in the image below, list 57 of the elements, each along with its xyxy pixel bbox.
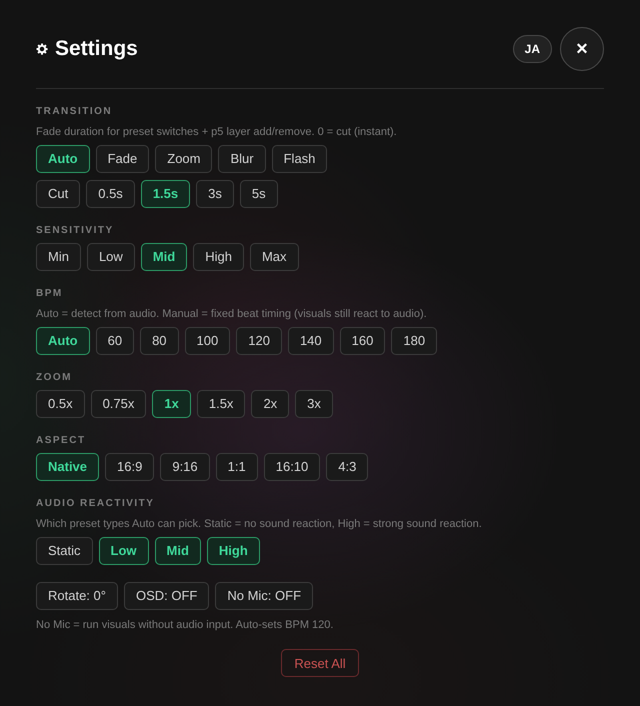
option-button[interactable]: 2x <box>251 390 290 418</box>
option-button[interactable]: Flash <box>272 145 328 173</box>
section-description: Which preset types Auto can pick. Static = no sound reaction, High = strong sound reaction. <box>36 517 482 531</box>
option-button[interactable]: High <box>193 243 244 271</box>
toggle-button[interactable]: Rotate: 0° <box>36 582 118 610</box>
reset-button[interactable]: Reset All <box>281 649 359 677</box>
section-label: TRANSITION <box>36 106 112 118</box>
option-button[interactable]: 9:16 <box>160 453 210 481</box>
option-button[interactable]: 16:9 <box>105 453 154 481</box>
settings-title: Settings <box>55 36 138 62</box>
close-button[interactable]: × <box>560 27 604 71</box>
option-button[interactable]: 1.5s <box>140 180 190 208</box>
option-button[interactable]: 100 <box>184 327 230 355</box>
option-button[interactable]: 140 <box>288 327 334 355</box>
option-button[interactable]: Mid <box>154 537 201 565</box>
option-button[interactable]: Static <box>36 537 93 565</box>
language-button[interactable]: JA <box>512 35 552 63</box>
option-button[interactable]: Min <box>36 243 81 271</box>
option-button[interactable]: 180 <box>391 327 438 355</box>
option-button[interactable]: Low <box>98 537 149 565</box>
section-label: AUDIO REACTIVITY <box>36 498 154 510</box>
option-button[interactable]: 120 <box>236 327 282 355</box>
option-button[interactable]: High <box>206 537 260 565</box>
option-button[interactable]: Max <box>250 243 299 271</box>
option-button[interactable]: 80 <box>140 327 179 355</box>
option-button[interactable]: 1.5x <box>196 390 246 418</box>
option-button[interactable]: 16:10 <box>264 453 320 481</box>
option-button[interactable]: Mid <box>140 243 188 271</box>
section-description: Auto = detect from audio. Manual = fixed beat timing (visuals still react to audio). <box>36 307 427 321</box>
note-text: No Mic = run visuals without audio input. Auto-sets BPM 120. <box>36 618 334 632</box>
option-button[interactable]: 160 <box>340 327 386 355</box>
option-button[interactable]: 4:3 <box>326 453 368 481</box>
option-button[interactable]: Auto <box>36 145 90 173</box>
option-button[interactable]: Cut <box>36 180 80 208</box>
option-button[interactable]: Native <box>36 453 100 481</box>
option-button[interactable]: 1:1 <box>216 453 258 481</box>
option-button[interactable]: Zoom <box>155 145 212 173</box>
option-button[interactable]: 0.5x <box>36 390 85 418</box>
option-button[interactable]: 5s <box>240 180 278 208</box>
option-button[interactable]: Fade <box>96 145 150 173</box>
option-button[interactable]: Blur <box>218 145 266 173</box>
option-button[interactable]: 0.75x <box>90 390 146 418</box>
section-label: ZOOM <box>36 372 72 384</box>
toggle-button[interactable]: OSD: OFF <box>124 582 210 610</box>
option-button[interactable]: 3x <box>295 390 333 418</box>
option-button[interactable]: 60 <box>96 327 134 355</box>
option-button[interactable]: 0.5s <box>86 180 135 208</box>
option-button[interactable]: Auto <box>36 327 90 355</box>
section-label: BPM <box>36 288 63 300</box>
section-label: ASPECT <box>36 435 86 447</box>
section-label: SENSITIVITY <box>36 225 114 237</box>
option-button[interactable]: 1x <box>152 390 191 418</box>
option-button[interactable]: Low <box>86 243 135 271</box>
gear-icon <box>36 43 48 55</box>
toggle-button[interactable]: No Mic: OFF <box>215 582 314 610</box>
section-description: Fade duration for preset switches + p5 layer add/remove. 0 = cut (instant). <box>36 125 397 139</box>
option-button[interactable]: 3s <box>196 180 234 208</box>
